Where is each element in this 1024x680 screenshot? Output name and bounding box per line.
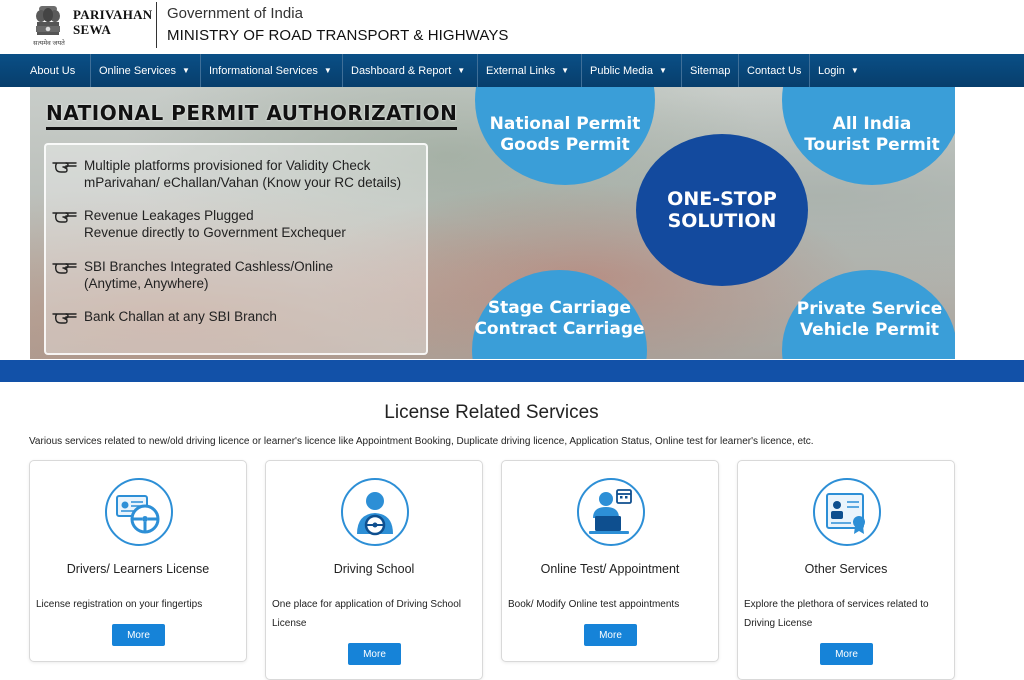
nav-public-media[interactable]: Public Media ▼ (582, 54, 682, 87)
chevron-down-icon: ▼ (561, 66, 570, 75)
nav-login[interactable]: Login ▼ (810, 54, 870, 87)
driver-steering-icon (341, 478, 409, 546)
card-description: License registration on your fingertips (36, 599, 203, 610)
one-stop-solution-circle[interactable]: ONE-STOP SOLUTION (636, 134, 808, 286)
section-description: Various services related to new/old driv… (29, 436, 814, 447)
card-description: One place for application of Driving Sch… (272, 599, 461, 629)
main-navigation: About Us Online Services ▼ Informational … (0, 54, 1024, 87)
circle-line-1: National Permit (489, 114, 641, 134)
more-button[interactable]: More (584, 624, 637, 646)
national-emblem-icon[interactable]: सत्यमेव जयते (28, 4, 68, 48)
pointing-hand-icon (52, 212, 77, 223)
banner-title: NATIONAL PERMIT AUTHORIZATION (46, 101, 458, 130)
card-description: Explore the plethora of services related… (744, 599, 929, 629)
more-button[interactable]: More (820, 643, 873, 665)
nav-dashboard-report[interactable]: Dashboard & Report ▼ (343, 54, 478, 87)
banner-separator (0, 360, 1024, 382)
feature-line-1: SBI Branches Integrated Cashless/Online (84, 259, 334, 274)
card-description: Book/ Modify Online test appointments (508, 599, 680, 610)
nav-label: Login (818, 64, 845, 77)
driving-licence-icon (105, 478, 173, 546)
nav-external-links[interactable]: External Links ▼ (478, 54, 582, 87)
chevron-down-icon: ▼ (850, 66, 859, 75)
pointing-hand-icon (52, 263, 77, 274)
all-india-tourist-permit-circle[interactable]: All India Tourist Permit (782, 87, 955, 185)
card-title: Driving School (333, 562, 415, 576)
nav-label: Informational Services (209, 64, 318, 77)
circle-line-2: SOLUTION (667, 210, 777, 232)
online-test-icon (577, 478, 645, 546)
card-title: Other Services (804, 562, 888, 576)
circle-line-2: Vehicle Permit (799, 320, 940, 340)
nav-contact-us[interactable]: Contact Us (739, 54, 810, 87)
hero-banner[interactable]: NATIONAL PERMIT AUTHORIZATION Multiple p… (30, 87, 955, 359)
circle-line-1: ONE-STOP (667, 188, 777, 210)
more-button[interactable]: More (112, 624, 165, 646)
nav-online-services[interactable]: Online Services ▼ (91, 54, 201, 87)
circle-line-1: All India (832, 114, 912, 134)
feature-line-1: Revenue Leakages Plugged (84, 208, 254, 223)
card-online-test-appointment[interactable]: Online Test/ Appointment Book/ Modify On… (501, 460, 719, 662)
nav-sitemap[interactable]: Sitemap (682, 54, 739, 87)
brand-line-2: SEWA (73, 22, 112, 37)
chevron-down-icon: ▼ (658, 66, 667, 75)
card-other-services[interactable]: Other Services Explore the plethora of s… (737, 460, 955, 680)
header-divider (156, 2, 157, 48)
nav-informational-services[interactable]: Informational Services ▼ (201, 54, 343, 87)
chevron-down-icon: ▼ (182, 66, 190, 75)
chevron-down-icon: ▼ (323, 66, 332, 75)
nav-about-us[interactable]: About Us (0, 54, 91, 87)
nav-label: About Us (30, 64, 76, 77)
nav-label: Online Services (99, 64, 177, 77)
card-title: Online Test/ Appointment (540, 562, 680, 576)
section-title: License Related Services (384, 402, 599, 423)
brand-line-1: PARIVAHAN (73, 7, 153, 22)
card-title: Drivers/ Learners License (66, 562, 210, 576)
nav-label: Dashboard & Report (351, 64, 452, 77)
feature-line-1: Bank Challan at any SBI Branch (84, 309, 277, 324)
circle-line-2: Contract Carriage (474, 319, 645, 339)
circle-line-2: Tourist Permit (804, 135, 940, 155)
nav-label: Sitemap (690, 64, 731, 77)
pointing-hand-icon (52, 162, 77, 173)
chevron-down-icon: ▼ (457, 66, 466, 75)
stage-contract-carriage-circle[interactable]: Stage Carriage Contract Carriage (472, 270, 647, 359)
pointing-hand-icon (52, 313, 77, 324)
private-service-vehicle-circle[interactable]: Private Service Vehicle Permit (782, 270, 955, 359)
feature-line-2: (Anytime, Anywhere) (84, 276, 209, 291)
ministry-label: MINISTRY OF ROAD TRANSPORT & HIGHWAYS (167, 27, 509, 44)
nav-label: External Links (486, 64, 556, 77)
more-button[interactable]: More (348, 643, 401, 665)
nav-label: Public Media (590, 64, 653, 77)
government-label: Government of India (167, 5, 303, 22)
emblem-motto: सत्यमेव जयते (33, 40, 65, 47)
card-drivers-learners-license[interactable]: Drivers/ Learners License License regist… (29, 460, 247, 662)
parivahan-logo[interactable]: PARIVAHAN SEWA (73, 7, 153, 37)
certificate-icon (813, 478, 881, 546)
circle-line-2: Goods Permit (500, 135, 630, 155)
feature-line-2: Revenue directly to Government Exchequer (84, 225, 346, 240)
site-header: सत्यमेव जयते PARIVAHAN SEWA Government o… (0, 0, 1024, 54)
circle-line-1: Private Service (796, 299, 943, 319)
feature-line-2: mParivahan/ eChallan/Vahan (Know your RC… (84, 175, 402, 190)
feature-line-1: Multiple platforms provisioned for Valid… (84, 158, 371, 173)
circle-line-1: Stage Carriage (487, 298, 632, 318)
card-driving-school[interactable]: Driving School One place for application… (265, 460, 483, 680)
national-goods-permit-circle[interactable]: National Permit Goods Permit (475, 87, 655, 185)
nav-label: Contact Us (747, 64, 802, 77)
